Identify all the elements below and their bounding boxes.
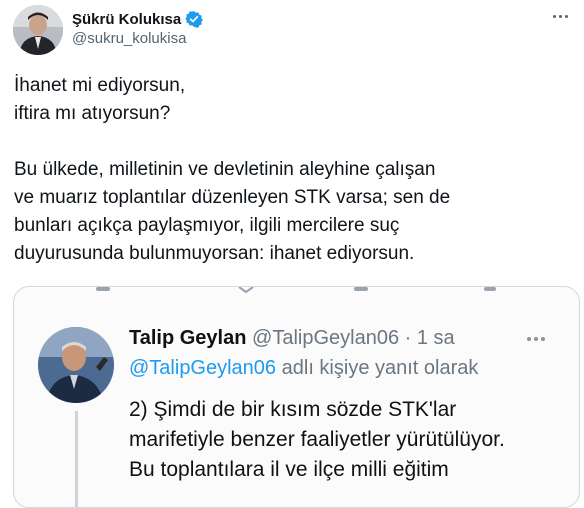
inner-tweet-line: marifetiyle benzer faaliyetler yürütülüy… — [129, 428, 505, 451]
author-handle[interactable]: @sukru_kolukisa — [72, 30, 186, 47]
inner-separator: · — [404, 327, 412, 349]
tweet-line: duyurusunda bulunmuyorsan: ihanet ediyor… — [14, 243, 415, 264]
tweet-line: bunları açıkça paylaşmıyor, ilgili merci… — [14, 215, 400, 236]
tweet-line: Bu ülkede, milletinin ve devletinin aley… — [14, 159, 436, 180]
inner-author-name: Talip Geylan — [129, 327, 247, 349]
tweet-line: İhanet mi ediyorsun, — [14, 75, 186, 96]
more-options-icon[interactable] — [548, 8, 572, 24]
inner-tweet-text: 2) Şimdi de bir kısım sözde STK'lar mari… — [129, 395, 569, 485]
inner-timestamp: 1 sa — [416, 327, 455, 349]
inner-reply-context: @TalipGeylan06 adlı kişiye yanıt olarak — [129, 357, 478, 380]
cropped-icons-strip — [96, 287, 496, 294]
inner-more-options-icon — [527, 337, 545, 341]
inner-tweet-header: Talip Geylan @TalipGeylan06 · 1 sa — [129, 327, 455, 350]
inner-tweet-line: 2) Şimdi de bir kısım sözde STK'lar — [129, 398, 457, 421]
tweet-text: İhanet mi ediyorsun, iftira mı atıyorsun… — [14, 72, 574, 268]
author-avatar[interactable] — [13, 5, 63, 55]
inner-tweet-line: Bu toplantılara il ve ilçe milli eğitim — [129, 458, 449, 481]
thread-connector-line — [75, 411, 78, 507]
tweet-line: iftira mı atıyorsun? — [14, 103, 171, 124]
inner-reply-label: adlı kişiye yanıt olarak — [281, 357, 479, 379]
inner-author-handle: @TalipGeylan06 — [252, 327, 400, 349]
attached-screenshot[interactable]: Talip Geylan @TalipGeylan06 · 1 sa @Tali… — [13, 286, 580, 508]
tweet-line: ve muarız toplantılar düzenleyen STK var… — [14, 187, 451, 208]
author-name[interactable]: Şükrü Kolukısa — [72, 11, 181, 28]
inner-author-avatar — [38, 327, 114, 403]
verified-badge-icon — [185, 11, 204, 28]
inner-reply-mention: @TalipGeylan06 — [129, 357, 277, 379]
author-name-row: Şükrü Kolukısa — [72, 8, 204, 30]
